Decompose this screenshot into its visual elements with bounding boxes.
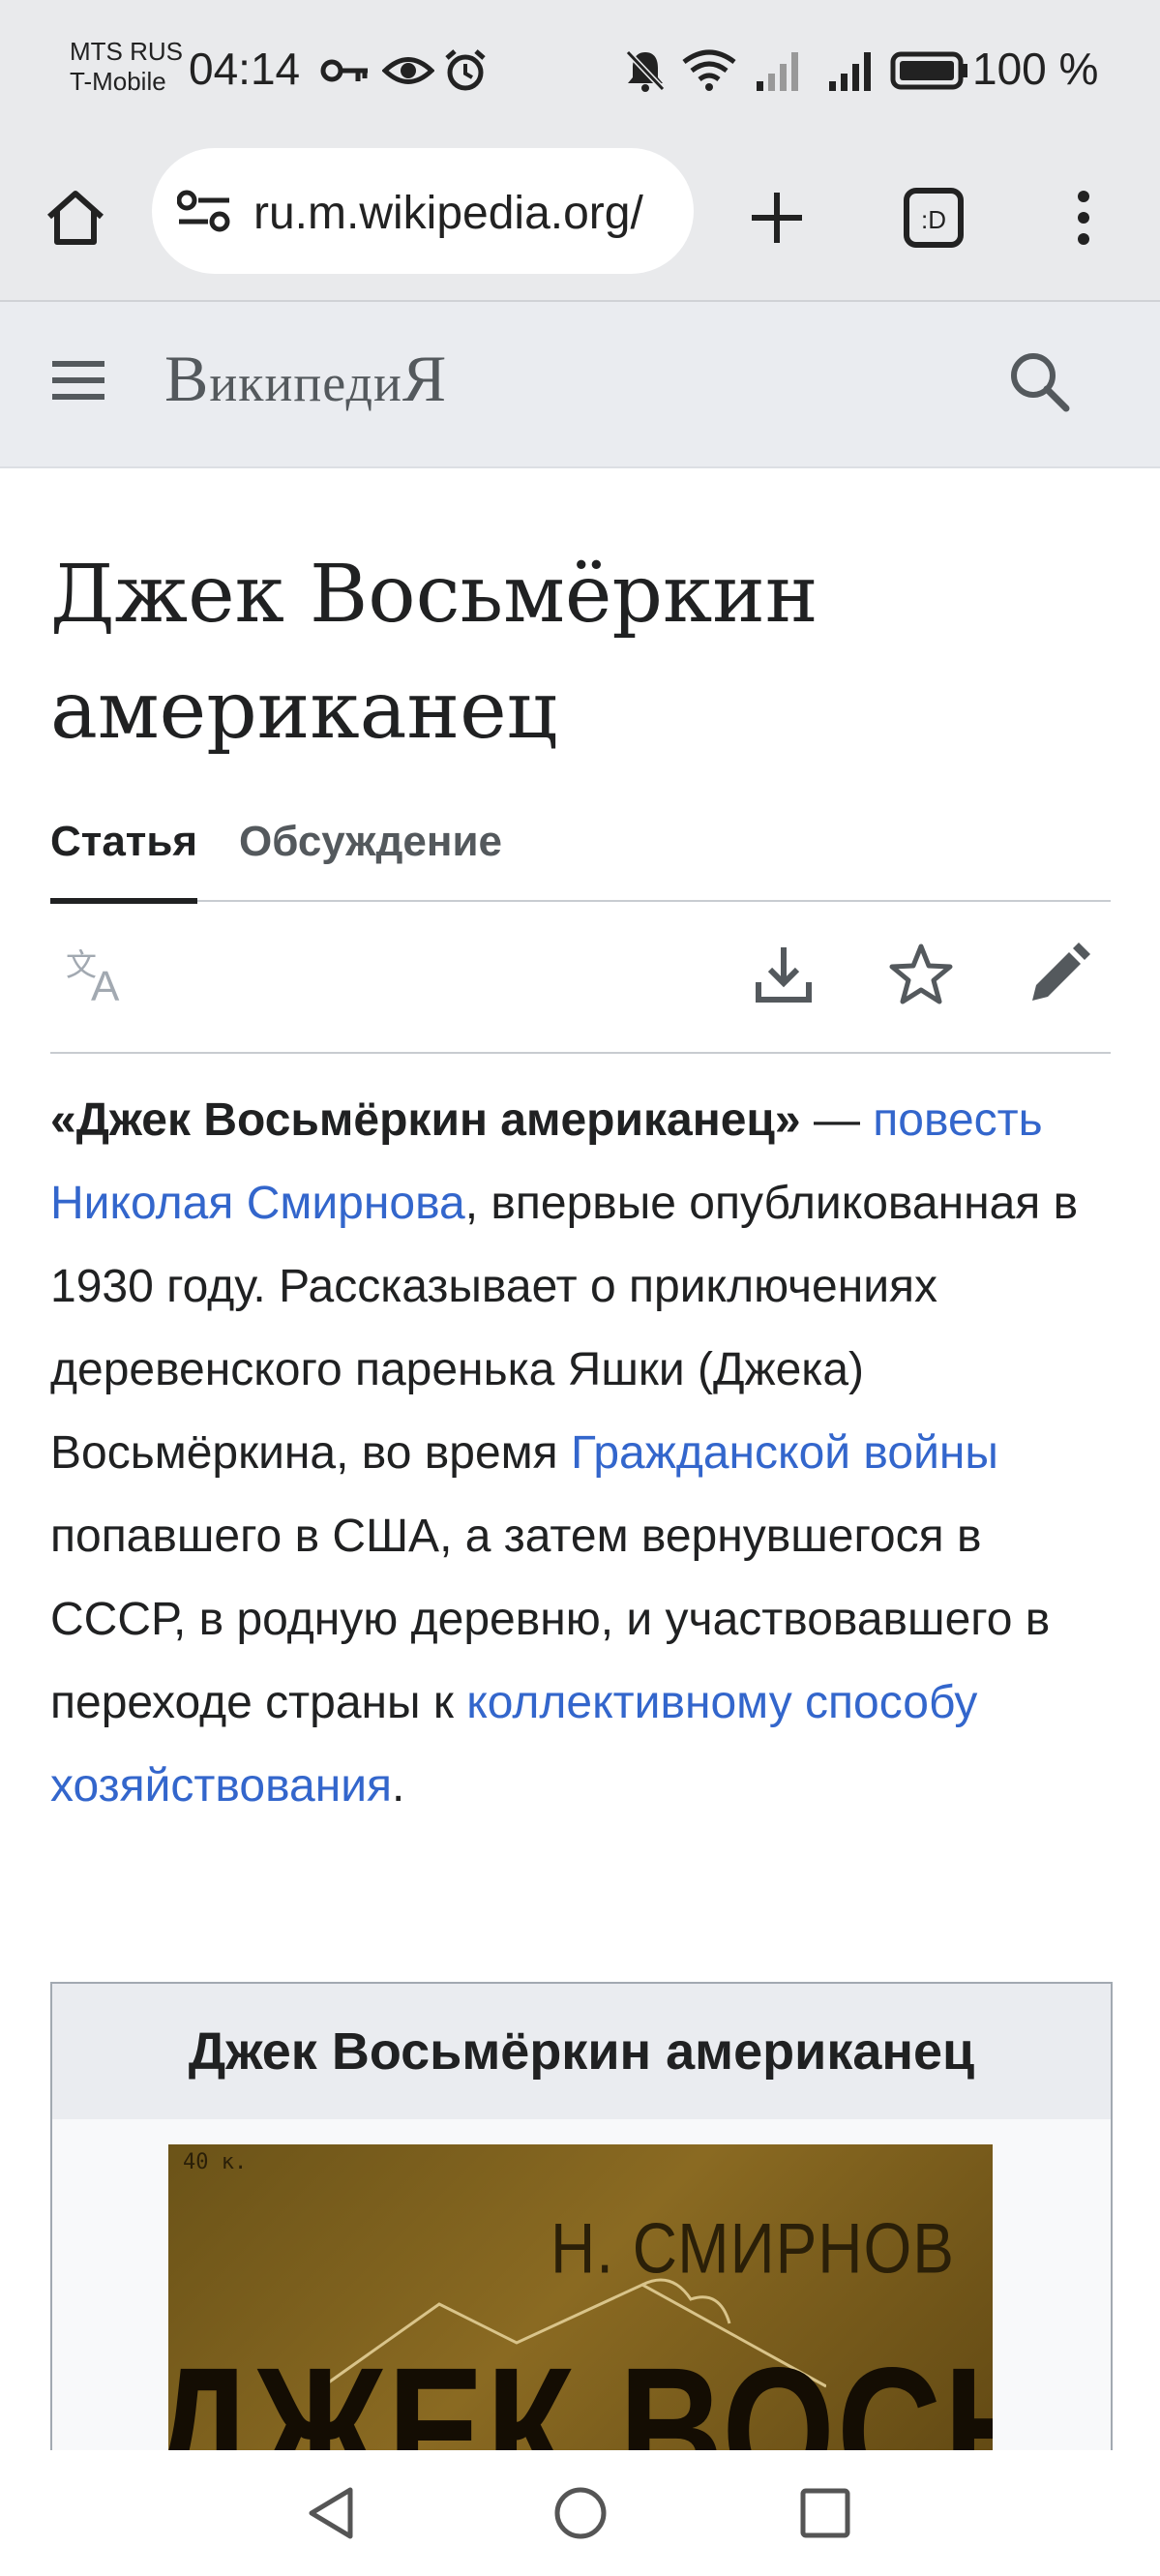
translate-icon: 文 A <box>66 946 120 1006</box>
link-civil-war[interactable]: Гражданской войны <box>571 1427 998 1479</box>
wifi-icon <box>682 49 736 91</box>
hamburger-menu-icon <box>52 361 104 400</box>
edit-button[interactable] <box>1020 936 1097 1013</box>
home-nav-button[interactable] <box>542 2474 619 2552</box>
plus-icon <box>752 193 802 243</box>
download-button[interactable] <box>745 936 822 1013</box>
site-settings-icon[interactable] <box>177 187 231 235</box>
status-bar: MTS RUS T-Mobile 04:14 100 % <box>0 0 1160 140</box>
infobox-title: Джек Восьмёркин американец <box>52 1984 1111 2119</box>
system-navigation-bar <box>0 2450 1160 2576</box>
browser-toolbar: ru.m.wikipedia.org/ :D <box>0 140 1160 302</box>
tab-switcher-button[interactable]: :D <box>895 179 972 256</box>
wikipedia-logo[interactable]: ВикипедиЯ <box>164 341 447 417</box>
cover-price: 40 к. <box>183 2150 248 2174</box>
signal-sim1-icon <box>757 52 798 91</box>
signal-sim2-icon <box>829 52 871 91</box>
download-icon <box>756 947 812 1003</box>
eye-comfort-icon <box>382 57 434 84</box>
lead-text-4: . <box>392 1760 405 1812</box>
alarm-icon <box>445 49 486 91</box>
vpn-key-icon <box>320 59 368 82</box>
wiki-header: ВикипедиЯ <box>0 302 1160 468</box>
tab-discussion[interactable]: Обсуждение <box>239 813 502 898</box>
search-icon <box>1011 353 1070 412</box>
cover-author: Н. СМИРНОВ <box>550 2207 955 2289</box>
overflow-menu-icon <box>1078 191 1089 245</box>
language-button[interactable]: 文 A <box>60 936 137 1013</box>
star-icon <box>889 944 953 1004</box>
infobox: Джек Восьмёркин американец 40 к. Н. СМИР… <box>50 1982 1113 2508</box>
svg-text::D: :D <box>921 205 946 234</box>
main-menu-button[interactable] <box>48 350 116 418</box>
battery-percent: 100 % <box>972 44 1099 94</box>
page-title: Джек Восьмёркин американец <box>50 549 818 757</box>
logo-middle: икипеди <box>209 354 402 412</box>
logo-letter-1: В <box>164 342 210 415</box>
logo-letter-2: Я <box>402 342 448 415</box>
recents-square-icon <box>800 2488 850 2538</box>
new-tab-button[interactable] <box>738 179 816 256</box>
lead-text-1: — <box>800 1094 874 1146</box>
url-text[interactable]: ru.m.wikipedia.org/ <box>253 187 643 240</box>
recents-button[interactable] <box>787 2474 864 2552</box>
home-button[interactable] <box>37 179 114 256</box>
notifications-off-icon <box>625 49 666 92</box>
watch-button[interactable] <box>882 936 960 1013</box>
tab-article[interactable]: Статья <box>50 813 198 904</box>
back-triangle-icon <box>309 2487 353 2539</box>
article-tabs: Статья Обсуждение <box>50 813 1111 904</box>
pencil-edit-icon <box>1032 943 1090 1001</box>
carrier-name-2: T-Mobile <box>70 67 166 96</box>
status-time: 04:14 <box>189 44 301 94</box>
battery-icon <box>890 51 967 90</box>
lead-paragraph: «Джек Восьмёркин американец» — повесть Н… <box>50 1079 1124 1828</box>
home-circle-icon <box>554 2487 607 2539</box>
carrier-info: MTS RUS T-Mobile <box>70 37 183 97</box>
article-subject: «Джек Восьмёркин американец» <box>50 1094 801 1146</box>
carrier-name-1: MTS RUS <box>70 37 183 66</box>
home-icon <box>47 191 104 245</box>
tab-switcher-icon: :D <box>904 188 964 248</box>
address-bar[interactable]: ru.m.wikipedia.org/ <box>152 148 694 274</box>
svg-text:A: A <box>91 963 120 1006</box>
page-actions: 文 A <box>50 902 1111 1054</box>
search-button[interactable] <box>1006 348 1080 422</box>
back-button[interactable] <box>292 2474 370 2552</box>
overflow-menu-button[interactable] <box>1045 179 1122 256</box>
